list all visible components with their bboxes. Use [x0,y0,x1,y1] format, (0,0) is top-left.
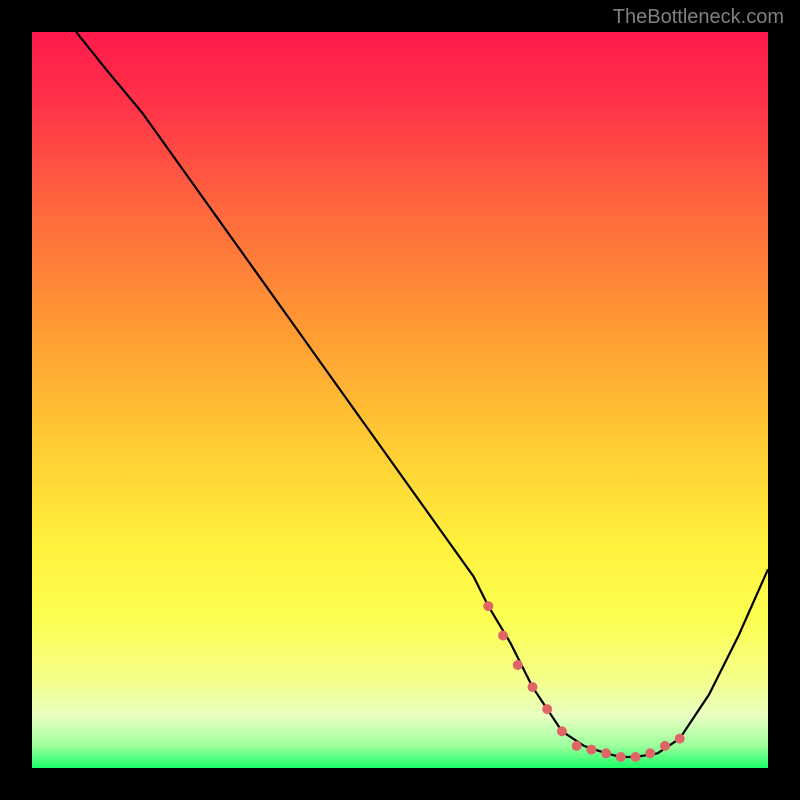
gradient-background [32,32,768,768]
chart-frame [32,32,768,768]
watermark-text: TheBottleneck.com [613,6,784,29]
plot-area [32,32,768,768]
